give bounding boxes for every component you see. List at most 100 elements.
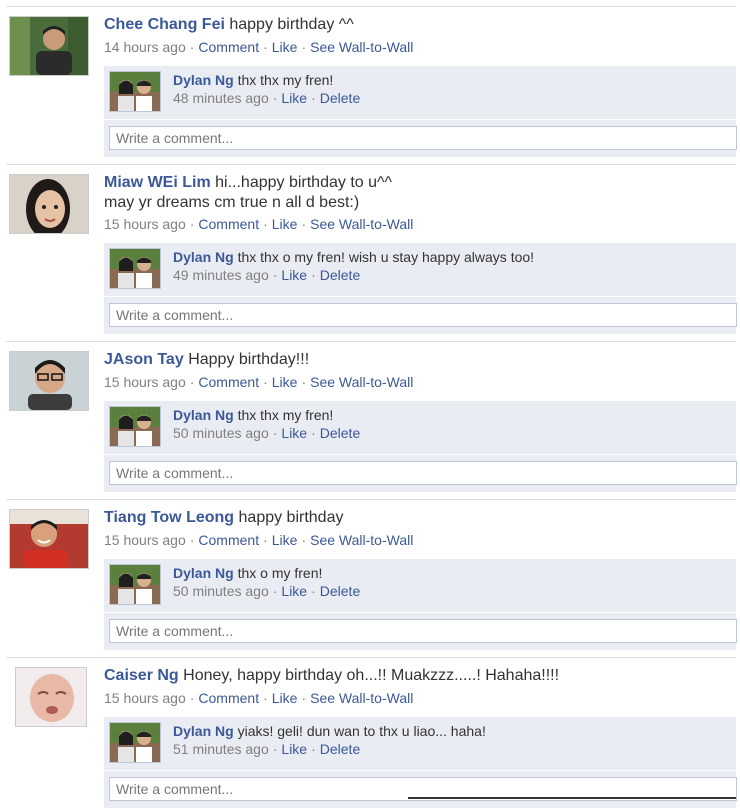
reply-comment: Dylan Ng thx thx my fren! 48 minutes ago…: [104, 66, 736, 120]
post-text: Caiser Ng Honey, happy birthday oh...!! …: [104, 666, 724, 686]
post-text: JAson Tay Happy birthday!!!: [104, 350, 724, 370]
comment-input[interactable]: [109, 126, 737, 150]
reply-author-link[interactable]: Dylan Ng: [173, 407, 234, 423]
reply-message: thx o my fren!: [237, 565, 323, 581]
reply-time: 50 minutes ago: [173, 583, 269, 599]
reply-avatar[interactable]: [109, 722, 161, 763]
post-meta: 14 hours ago · Comment · Like · See Wall-to-Wa…: [104, 39, 413, 55]
reply-message: thx thx my fren!: [237, 407, 334, 423]
post-message: happy birthday ^^: [229, 16, 354, 33]
reply-text: Dylan Ng thx thx o my fren! wish u stay …: [173, 249, 534, 265]
wall-to-wall-link[interactable]: See Wall-to-Wall: [310, 532, 413, 548]
comment-box: [104, 455, 737, 492]
like-link[interactable]: Like: [272, 39, 298, 55]
reply-meta: 49 minutes ago · Like · Delete: [173, 267, 360, 283]
post-time: 15 hours ago: [104, 216, 186, 232]
reply-avatar[interactable]: [109, 71, 161, 112]
reply-text: Dylan Ng yiaks! geli! dun wan to thx u l…: [173, 723, 486, 739]
comment-box: [104, 613, 737, 650]
post-message: hi...happy birthday to u^^: [215, 174, 393, 191]
avatar[interactable]: [9, 351, 89, 411]
reply-message: thx thx my fren!: [237, 72, 334, 88]
comment-link[interactable]: Comment: [198, 39, 259, 55]
reply-text: Dylan Ng thx thx my fren!: [173, 407, 333, 423]
post-divider: [6, 657, 736, 658]
reply-avatar[interactable]: [109, 564, 161, 605]
like-link[interactable]: Like: [281, 90, 307, 106]
comment-box: [104, 120, 737, 157]
post-message: Honey, happy birthday oh...!! Muakzzz...…: [183, 667, 560, 684]
reply-message: thx thx o my fren! wish u stay happy alw…: [237, 249, 535, 265]
separator: ·: [272, 425, 278, 441]
comment-link[interactable]: Comment: [198, 532, 259, 548]
reply-time: 51 minutes ago: [173, 741, 269, 757]
like-link[interactable]: Like: [281, 267, 307, 283]
reply-meta: 51 minutes ago · Like · Delete: [173, 741, 360, 757]
separator: ·: [301, 39, 307, 55]
comment-link[interactable]: Comment: [198, 690, 259, 706]
reply-author-link[interactable]: Dylan Ng: [173, 72, 234, 88]
separator: ·: [272, 741, 278, 757]
reply-author-link[interactable]: Dylan Ng: [173, 249, 234, 265]
post-time: 15 hours ago: [104, 690, 186, 706]
reply-author-link[interactable]: Dylan Ng: [173, 565, 234, 581]
post-author-link[interactable]: Caiser Ng: [104, 667, 179, 684]
separator: ·: [189, 216, 195, 232]
delete-link[interactable]: Delete: [320, 583, 360, 599]
post-divider: [6, 499, 736, 500]
separator: ·: [311, 267, 316, 283]
separator: ·: [189, 532, 195, 548]
avatar[interactable]: [9, 509, 89, 569]
avatar[interactable]: [15, 667, 87, 727]
separator: ·: [263, 216, 268, 232]
like-link[interactable]: Like: [272, 532, 298, 548]
avatar[interactable]: [9, 16, 89, 76]
wall-to-wall-link[interactable]: See Wall-to-Wall: [310, 690, 413, 706]
comment-input[interactable]: [109, 303, 737, 327]
reply-meta: 48 minutes ago · Like · Delete: [173, 90, 360, 106]
post-author-link[interactable]: JAson Tay: [104, 351, 184, 368]
separator: ·: [311, 583, 316, 599]
delete-link[interactable]: Delete: [320, 741, 360, 757]
post-meta: 15 hours ago · Comment · Like · See Wall-to-Wa…: [104, 532, 413, 548]
post-message-line2: may yr dreams cm true n all d best:): [104, 194, 360, 211]
post-author-link[interactable]: Chee Chang Fei: [104, 16, 225, 33]
wall-to-wall-link[interactable]: See Wall-to-Wall: [310, 374, 413, 390]
post-author-link[interactable]: Tiang Tow Leong: [104, 509, 234, 526]
delete-link[interactable]: Delete: [320, 425, 360, 441]
post-author-link[interactable]: Miaw WEi Lim: [104, 174, 211, 191]
like-link[interactable]: Like: [272, 216, 298, 232]
comment-input[interactable]: [109, 461, 737, 485]
like-link[interactable]: Like: [281, 583, 307, 599]
separator: ·: [311, 90, 316, 106]
comment-link[interactable]: Comment: [198, 374, 259, 390]
wall-to-wall-link[interactable]: See Wall-to-Wall: [310, 216, 413, 232]
wall-post: Miaw WEi Lim hi...happy birthday to u^^ …: [0, 166, 740, 340]
reply-avatar[interactable]: [109, 406, 161, 447]
like-link[interactable]: Like: [272, 374, 298, 390]
comment-input[interactable]: [109, 619, 737, 643]
comment-link[interactable]: Comment: [198, 216, 259, 232]
separator: ·: [301, 216, 307, 232]
avatar[interactable]: [9, 174, 89, 234]
reply-avatar[interactable]: [109, 248, 161, 289]
separator: ·: [263, 39, 268, 55]
reply-author-link[interactable]: Dylan Ng: [173, 723, 234, 739]
like-link[interactable]: Like: [281, 741, 307, 757]
wall-to-wall-link[interactable]: See Wall-to-Wall: [310, 39, 413, 55]
wall-post: Caiser Ng Honey, happy birthday oh...!! …: [0, 659, 740, 808]
wall-post: Tiang Tow Leong happy birthday 15 hours …: [0, 501, 740, 657]
delete-link[interactable]: Delete: [320, 90, 360, 106]
separator: ·: [311, 741, 316, 757]
post-divider: [6, 341, 736, 342]
like-link[interactable]: Like: [272, 690, 298, 706]
reply-comment: Dylan Ng thx o my fren! 50 minutes ago · L…: [104, 559, 736, 613]
post-meta: 15 hours ago · Comment · Like · See Wall-to-Wa…: [104, 374, 413, 390]
comment-box: [104, 297, 737, 334]
reply-time: 50 minutes ago: [173, 425, 269, 441]
separator: ·: [301, 690, 307, 706]
like-link[interactable]: Like: [281, 425, 307, 441]
separator: ·: [272, 90, 278, 106]
delete-link[interactable]: Delete: [320, 267, 360, 283]
post-time: 15 hours ago: [104, 532, 186, 548]
